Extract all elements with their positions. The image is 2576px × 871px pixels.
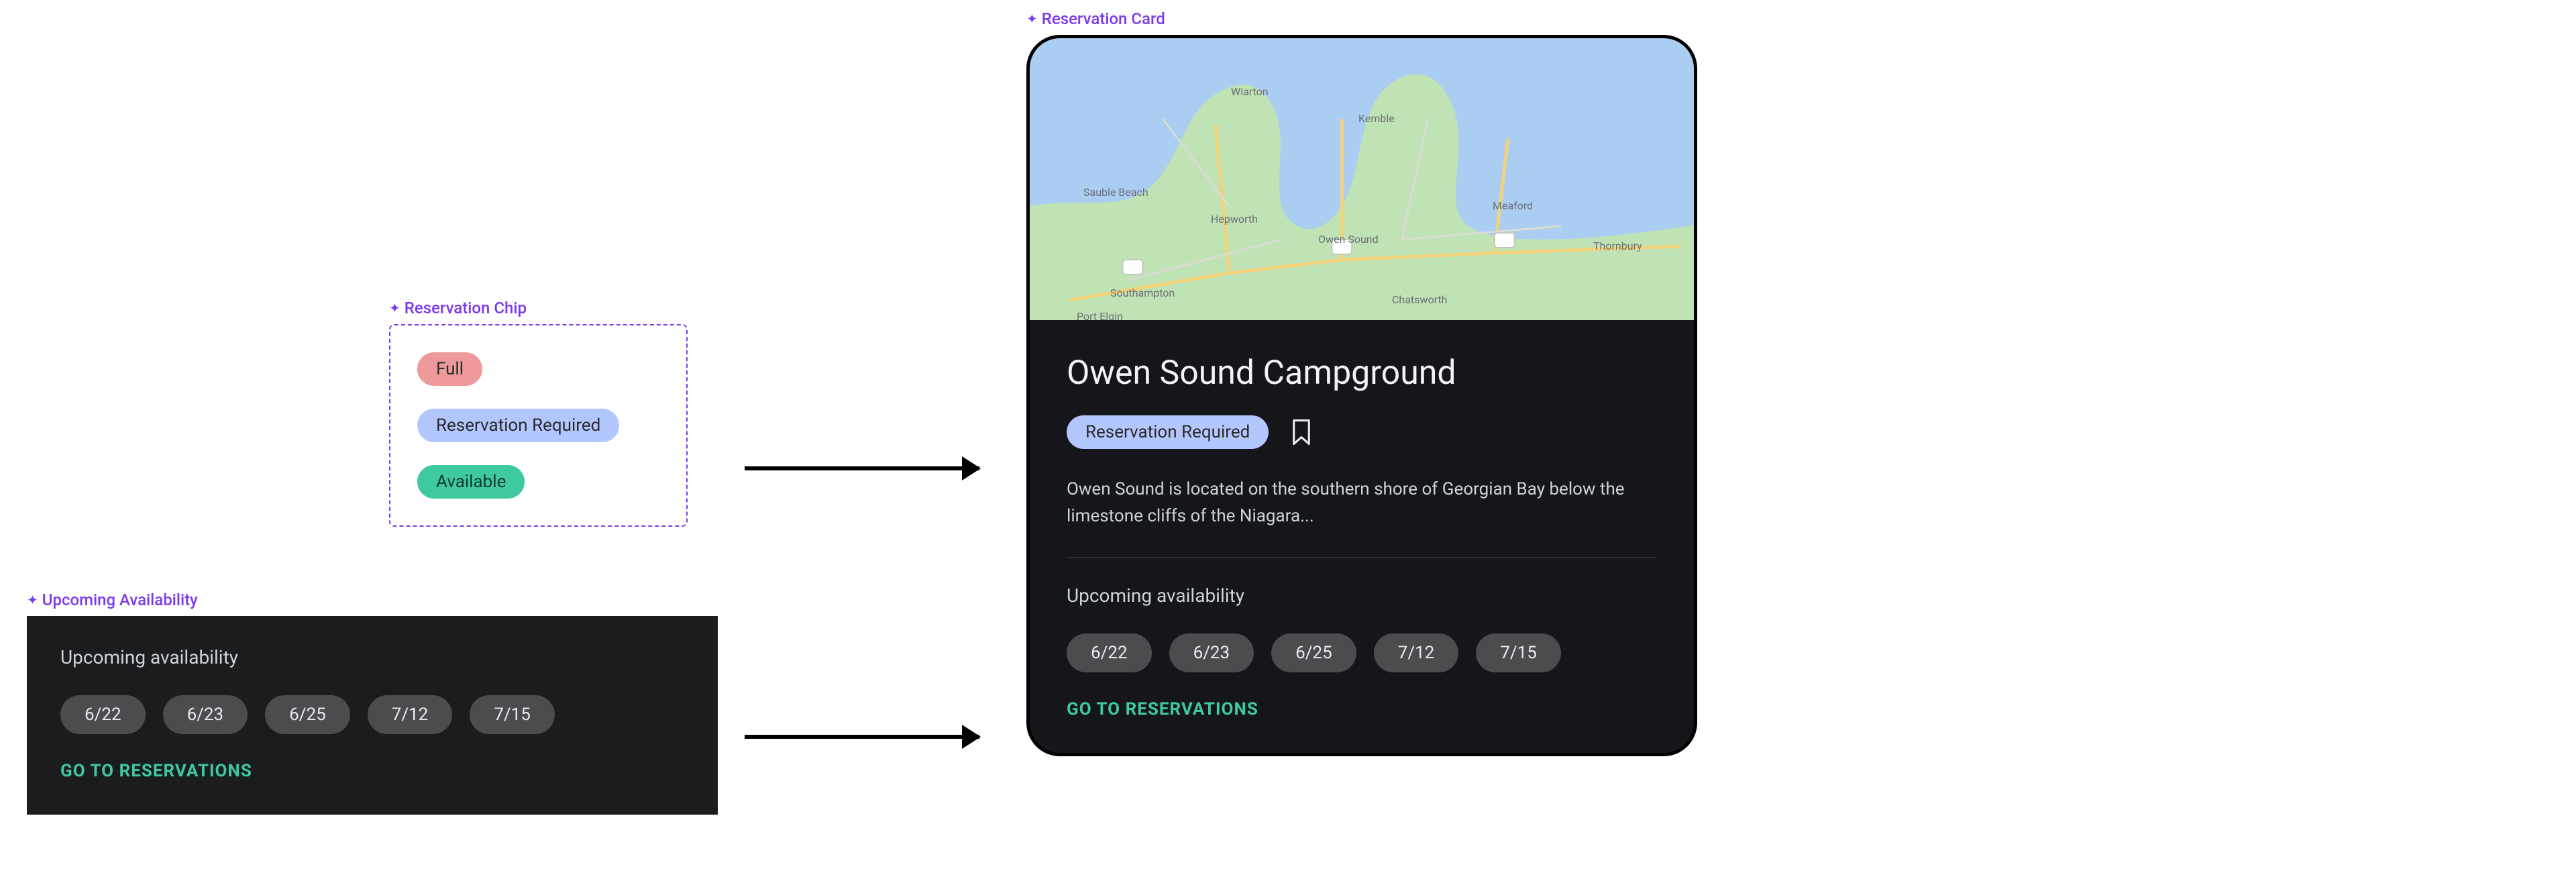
- card-availability-heading: Upcoming availability: [1067, 584, 1657, 607]
- chip-available[interactable]: Available: [417, 465, 525, 499]
- map-place-label: Hepworth: [1211, 213, 1258, 225]
- go-to-reservations-button[interactable]: GO TO RESERVATIONS: [60, 761, 684, 781]
- card-body: Owen Sound Campground Reservation Requir…: [1030, 320, 1694, 753]
- upcoming-availability-section: Upcoming Availability Upcoming availabil…: [27, 591, 718, 815]
- date-chip[interactable]: 6/22: [1067, 633, 1152, 672]
- availability-heading: Upcoming availability: [60, 646, 684, 668]
- date-chip[interactable]: 6/22: [60, 695, 146, 734]
- status-chip-reservation-required[interactable]: Reservation Required: [1067, 415, 1269, 449]
- map-place-label: Meaford: [1493, 199, 1533, 212]
- map-place-label: Wiarton: [1231, 85, 1269, 98]
- map-place-label: Kemble: [1358, 112, 1395, 125]
- availability-card: Upcoming availability 6/22 6/23 6/25 7/1…: [27, 616, 718, 815]
- card-title: Owen Sound Campground: [1067, 354, 1657, 393]
- section-label-chip: Reservation Chip: [389, 299, 688, 317]
- map-place-label: Port Elgin: [1077, 310, 1123, 320]
- go-to-reservations-button[interactable]: GO TO RESERVATIONS: [1067, 699, 1657, 719]
- divider: [1067, 557, 1657, 558]
- section-label-availability: Upcoming Availability: [27, 591, 718, 609]
- section-label-card: Reservation Card: [1026, 9, 1697, 28]
- date-chip[interactable]: 6/23: [163, 695, 248, 734]
- availability-date-row: 6/22 6/23 6/25 7/12 7/15: [60, 695, 684, 734]
- map-place-label: Sauble Beach: [1083, 186, 1148, 199]
- chip-examples-box: Full Reservation Required Available: [389, 324, 688, 527]
- date-chip[interactable]: 7/12: [368, 695, 453, 734]
- map-image: Wiarton Kemble Sauble Beach Hepworth Owe…: [1030, 38, 1694, 320]
- map-place-label: Owen Sound: [1318, 233, 1379, 246]
- chip-reservation-required[interactable]: Reservation Required: [417, 409, 619, 442]
- arrow-icon: [745, 735, 979, 739]
- map-place-label: Southampton: [1110, 287, 1175, 299]
- card-date-row: 6/22 6/23 6/25 7/12 7/15: [1067, 633, 1657, 672]
- date-chip[interactable]: 7/12: [1374, 633, 1459, 672]
- card-title-row: Reservation Required: [1067, 415, 1657, 449]
- reservation-chip-section: Reservation Chip Full Reservation Requir…: [389, 299, 688, 527]
- arrow-icon: [745, 466, 979, 470]
- chip-full[interactable]: Full: [417, 352, 482, 386]
- map-place-label: Thornbury: [1593, 240, 1642, 252]
- date-chip[interactable]: 6/25: [265, 695, 350, 734]
- date-chip[interactable]: 7/15: [1476, 633, 1561, 672]
- bookmark-icon[interactable]: [1291, 419, 1311, 445]
- date-chip[interactable]: 7/15: [470, 695, 555, 734]
- card-description: Owen Sound is located on the southern sh…: [1067, 476, 1644, 530]
- date-chip[interactable]: 6/25: [1271, 633, 1356, 672]
- reservation-card: Wiarton Kemble Sauble Beach Hepworth Owe…: [1026, 35, 1697, 756]
- reservation-card-section: Reservation Card: [1026, 9, 1697, 756]
- date-chip[interactable]: 6/23: [1169, 633, 1254, 672]
- map-place-label: Chatsworth: [1392, 293, 1447, 306]
- map-svg: [1030, 38, 1694, 320]
